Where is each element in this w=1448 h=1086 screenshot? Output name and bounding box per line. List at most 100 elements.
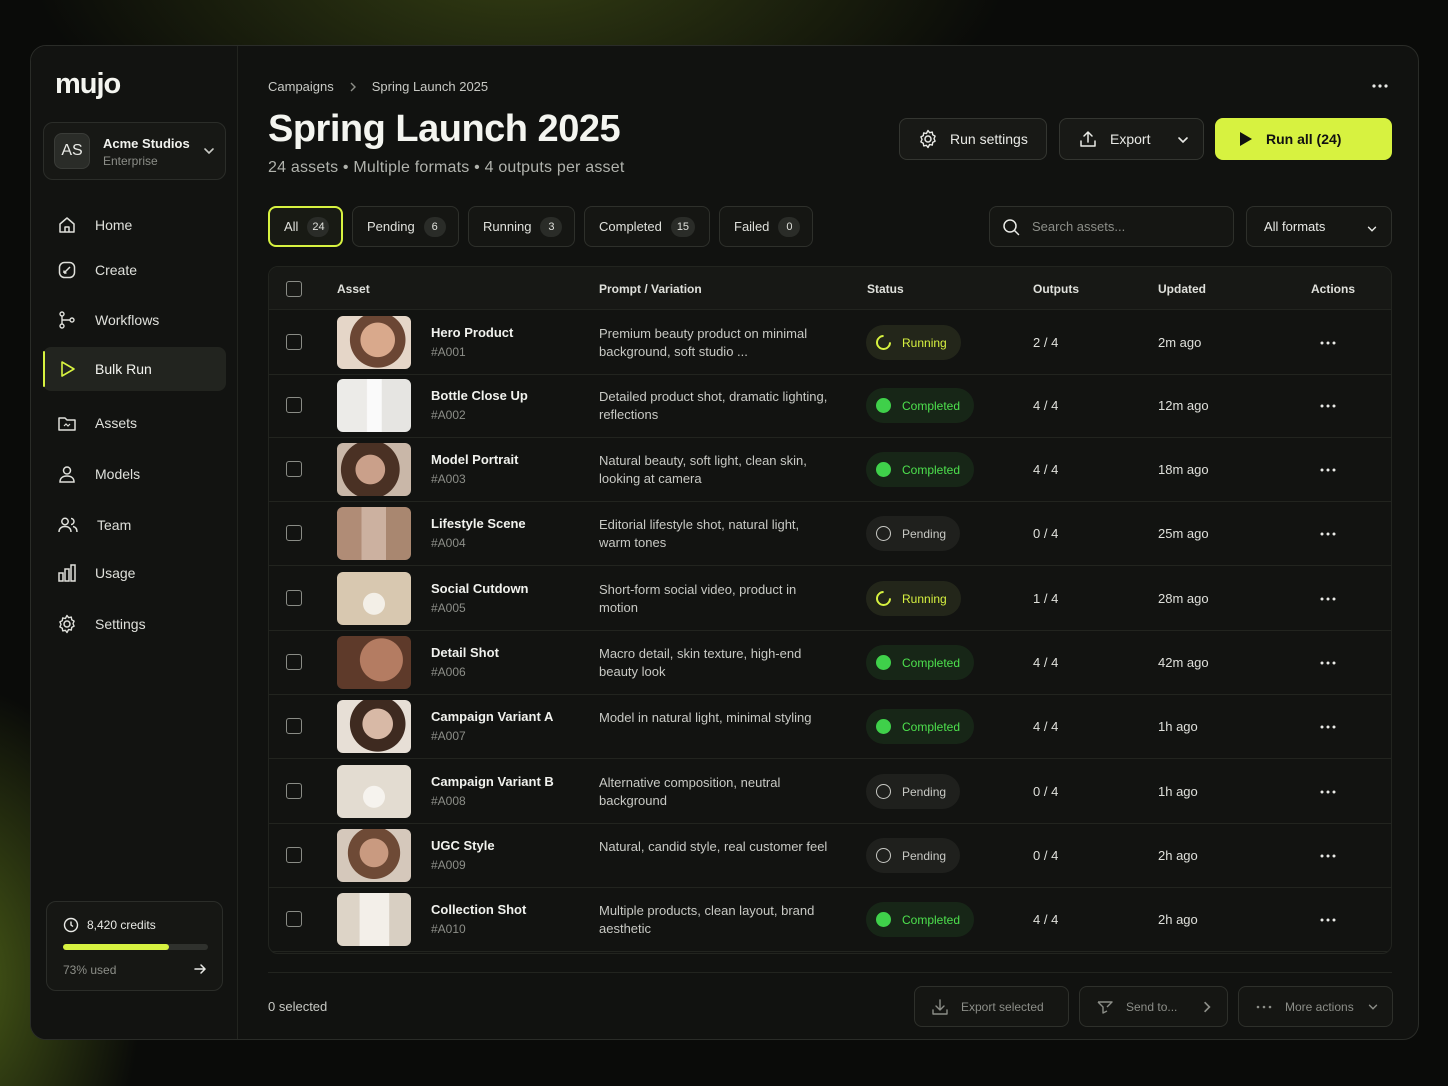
sidebar-item-settings[interactable]: Settings — [43, 602, 226, 646]
table-row[interactable]: Social Cutdown #A005 Short-form social vid… — [269, 567, 1391, 631]
tab-label: Running — [483, 219, 532, 234]
run-settings-button[interactable]: Run settings — [899, 118, 1047, 160]
asset-thumbnail[interactable] — [337, 379, 411, 432]
sidebar-item-bulk-run[interactable]: Bulk Run — [43, 347, 226, 391]
arrow-right-icon[interactable] — [192, 961, 208, 977]
workspace-switcher[interactable]: AS Acme Studios Enterprise — [43, 122, 226, 180]
format-filter-select[interactable]: All formats — [1246, 206, 1392, 247]
row-more-icon[interactable] — [1319, 912, 1337, 928]
table-header: Asset Prompt / Variation Status Outputs … — [269, 267, 1391, 310]
asset-thumbnail[interactable] — [337, 893, 411, 946]
format-filter-value: All formats — [1264, 219, 1326, 234]
column-header-asset[interactable]: Asset — [337, 282, 370, 296]
export-button[interactable]: Export — [1059, 118, 1204, 160]
sidebar-item-create[interactable]: Create — [43, 248, 226, 292]
row-more-icon[interactable] — [1319, 848, 1337, 864]
row-checkbox[interactable] — [286, 461, 302, 477]
asset-name[interactable]: Collection Shot — [431, 902, 526, 917]
row-checkbox[interactable] — [286, 718, 302, 734]
app-logo[interactable]: mujo — [55, 68, 121, 101]
row-checkbox[interactable] — [286, 847, 302, 863]
asset-thumbnail[interactable] — [337, 507, 411, 560]
table-row[interactable]: UGC Style #A009 Natural, candid style, rea… — [269, 824, 1391, 888]
table-row[interactable]: Model Portrait #A003 Natural beauty, soft … — [269, 438, 1391, 502]
sidebar-item-usage[interactable]: Usage — [43, 551, 226, 595]
row-more-icon[interactable] — [1319, 784, 1337, 800]
asset-name[interactable]: Model Portrait — [431, 452, 518, 467]
row-more-icon[interactable] — [1319, 335, 1337, 351]
asset-thumbnail[interactable] — [337, 572, 411, 625]
row-checkbox[interactable] — [286, 397, 302, 413]
asset-name[interactable]: Campaign Variant A — [431, 709, 553, 724]
asset-name[interactable]: Hero Product — [431, 325, 513, 340]
search-box[interactable] — [989, 206, 1234, 247]
run-all-button[interactable]: Run all (24) — [1215, 118, 1392, 160]
column-header-status[interactable]: Status — [867, 282, 904, 296]
row-more-icon[interactable] — [1319, 462, 1337, 478]
status-label: Pending — [902, 526, 947, 541]
asset-name[interactable]: Bottle Close Up — [431, 388, 528, 403]
select-all-checkbox[interactable] — [286, 281, 302, 297]
row-checkbox[interactable] — [286, 334, 302, 350]
asset-thumbnail[interactable] — [337, 765, 411, 818]
table-row[interactable]: Campaign Variant A #A007 Model in natural … — [269, 695, 1391, 759]
status-dot-icon — [876, 462, 891, 477]
asset-name[interactable]: Campaign Variant B — [431, 774, 554, 789]
table-row[interactable]: Collection Shot #A010 Multiple products, c… — [269, 888, 1391, 952]
asset-name[interactable]: Lifestyle Scene — [431, 516, 526, 531]
sidebar-item-workflows[interactable]: Workflows — [43, 298, 226, 342]
row-more-icon[interactable] — [1319, 719, 1337, 735]
asset-thumbnail[interactable] — [337, 700, 411, 753]
more-options-icon[interactable] — [1370, 76, 1390, 96]
row-checkbox[interactable] — [286, 525, 302, 541]
column-header-outputs[interactable]: Outputs — [1033, 282, 1079, 296]
row-more-icon[interactable] — [1319, 526, 1337, 542]
play-icon — [1240, 132, 1252, 146]
table-row[interactable]: Detail Shot #A006 Macro detail, skin textu… — [269, 631, 1391, 695]
table-row[interactable]: Bottle Close Up #A002 Detailed product sho… — [269, 374, 1391, 438]
row-checkbox[interactable] — [286, 911, 302, 927]
row-checkbox[interactable] — [286, 783, 302, 799]
tab-all[interactable]: All 24 — [268, 206, 343, 247]
gear-icon — [59, 614, 75, 634]
status-badge: Completed — [866, 452, 975, 487]
more-actions-button[interactable]: More actions — [1238, 986, 1393, 1027]
tab-failed[interactable]: Failed 0 — [719, 206, 813, 247]
row-checkbox[interactable] — [286, 654, 302, 670]
tab-pending[interactable]: Pending 6 — [352, 206, 459, 247]
tab-count: 15 — [670, 216, 695, 237]
sidebar-item-team[interactable]: Team — [43, 503, 226, 547]
asset-prompt: Macro detail, skin texture, high-end bea… — [599, 646, 802, 679]
send-to-button[interactable]: Send to... — [1079, 986, 1228, 1027]
chevron-down-icon — [1178, 137, 1188, 144]
tab-running[interactable]: Running 3 — [468, 206, 575, 247]
column-header-prompt[interactable]: Prompt / Variation — [599, 282, 702, 296]
asset-name[interactable]: UGC Style — [431, 838, 495, 853]
row-more-icon[interactable] — [1319, 591, 1337, 607]
asset-thumbnail[interactable] — [337, 829, 411, 882]
row-checkbox[interactable] — [286, 590, 302, 606]
sidebar-item-models[interactable]: Models — [43, 452, 226, 496]
column-header-updated[interactable]: Updated — [1158, 282, 1206, 296]
table-row[interactable]: Lifestyle Scene #A004 Editorial lifestyle … — [269, 502, 1391, 566]
search-input[interactable] — [1032, 219, 1212, 234]
asset-id: #A002 — [431, 408, 466, 422]
table-row[interactable]: Campaign Variant B #A008 Alternative compo… — [269, 760, 1391, 824]
row-more-icon[interactable] — [1319, 398, 1337, 414]
table-row[interactable]: Hero Product #A001 Premium beauty product … — [269, 311, 1391, 375]
export-selected-button[interactable]: Export selected — [914, 986, 1069, 1027]
asset-outputs: 4 / 4 — [1033, 398, 1059, 413]
asset-name[interactable]: Detail Shot — [431, 645, 499, 660]
chevron-down-icon — [1368, 1004, 1378, 1010]
sidebar-item-assets[interactable]: Assets — [43, 401, 226, 445]
asset-name[interactable]: Social Cutdown — [431, 581, 529, 596]
asset-thumbnail[interactable] — [337, 443, 411, 496]
row-more-icon[interactable] — [1319, 655, 1337, 671]
sidebar-item-home[interactable]: Home — [43, 203, 226, 247]
asset-thumbnail[interactable] — [337, 316, 411, 369]
tab-completed[interactable]: Completed 15 — [584, 206, 710, 247]
breadcrumb-parent[interactable]: Campaigns — [268, 79, 334, 94]
footer-divider — [268, 972, 1392, 973]
asset-thumbnail[interactable] — [337, 636, 411, 689]
tab-label: Failed — [734, 219, 770, 234]
